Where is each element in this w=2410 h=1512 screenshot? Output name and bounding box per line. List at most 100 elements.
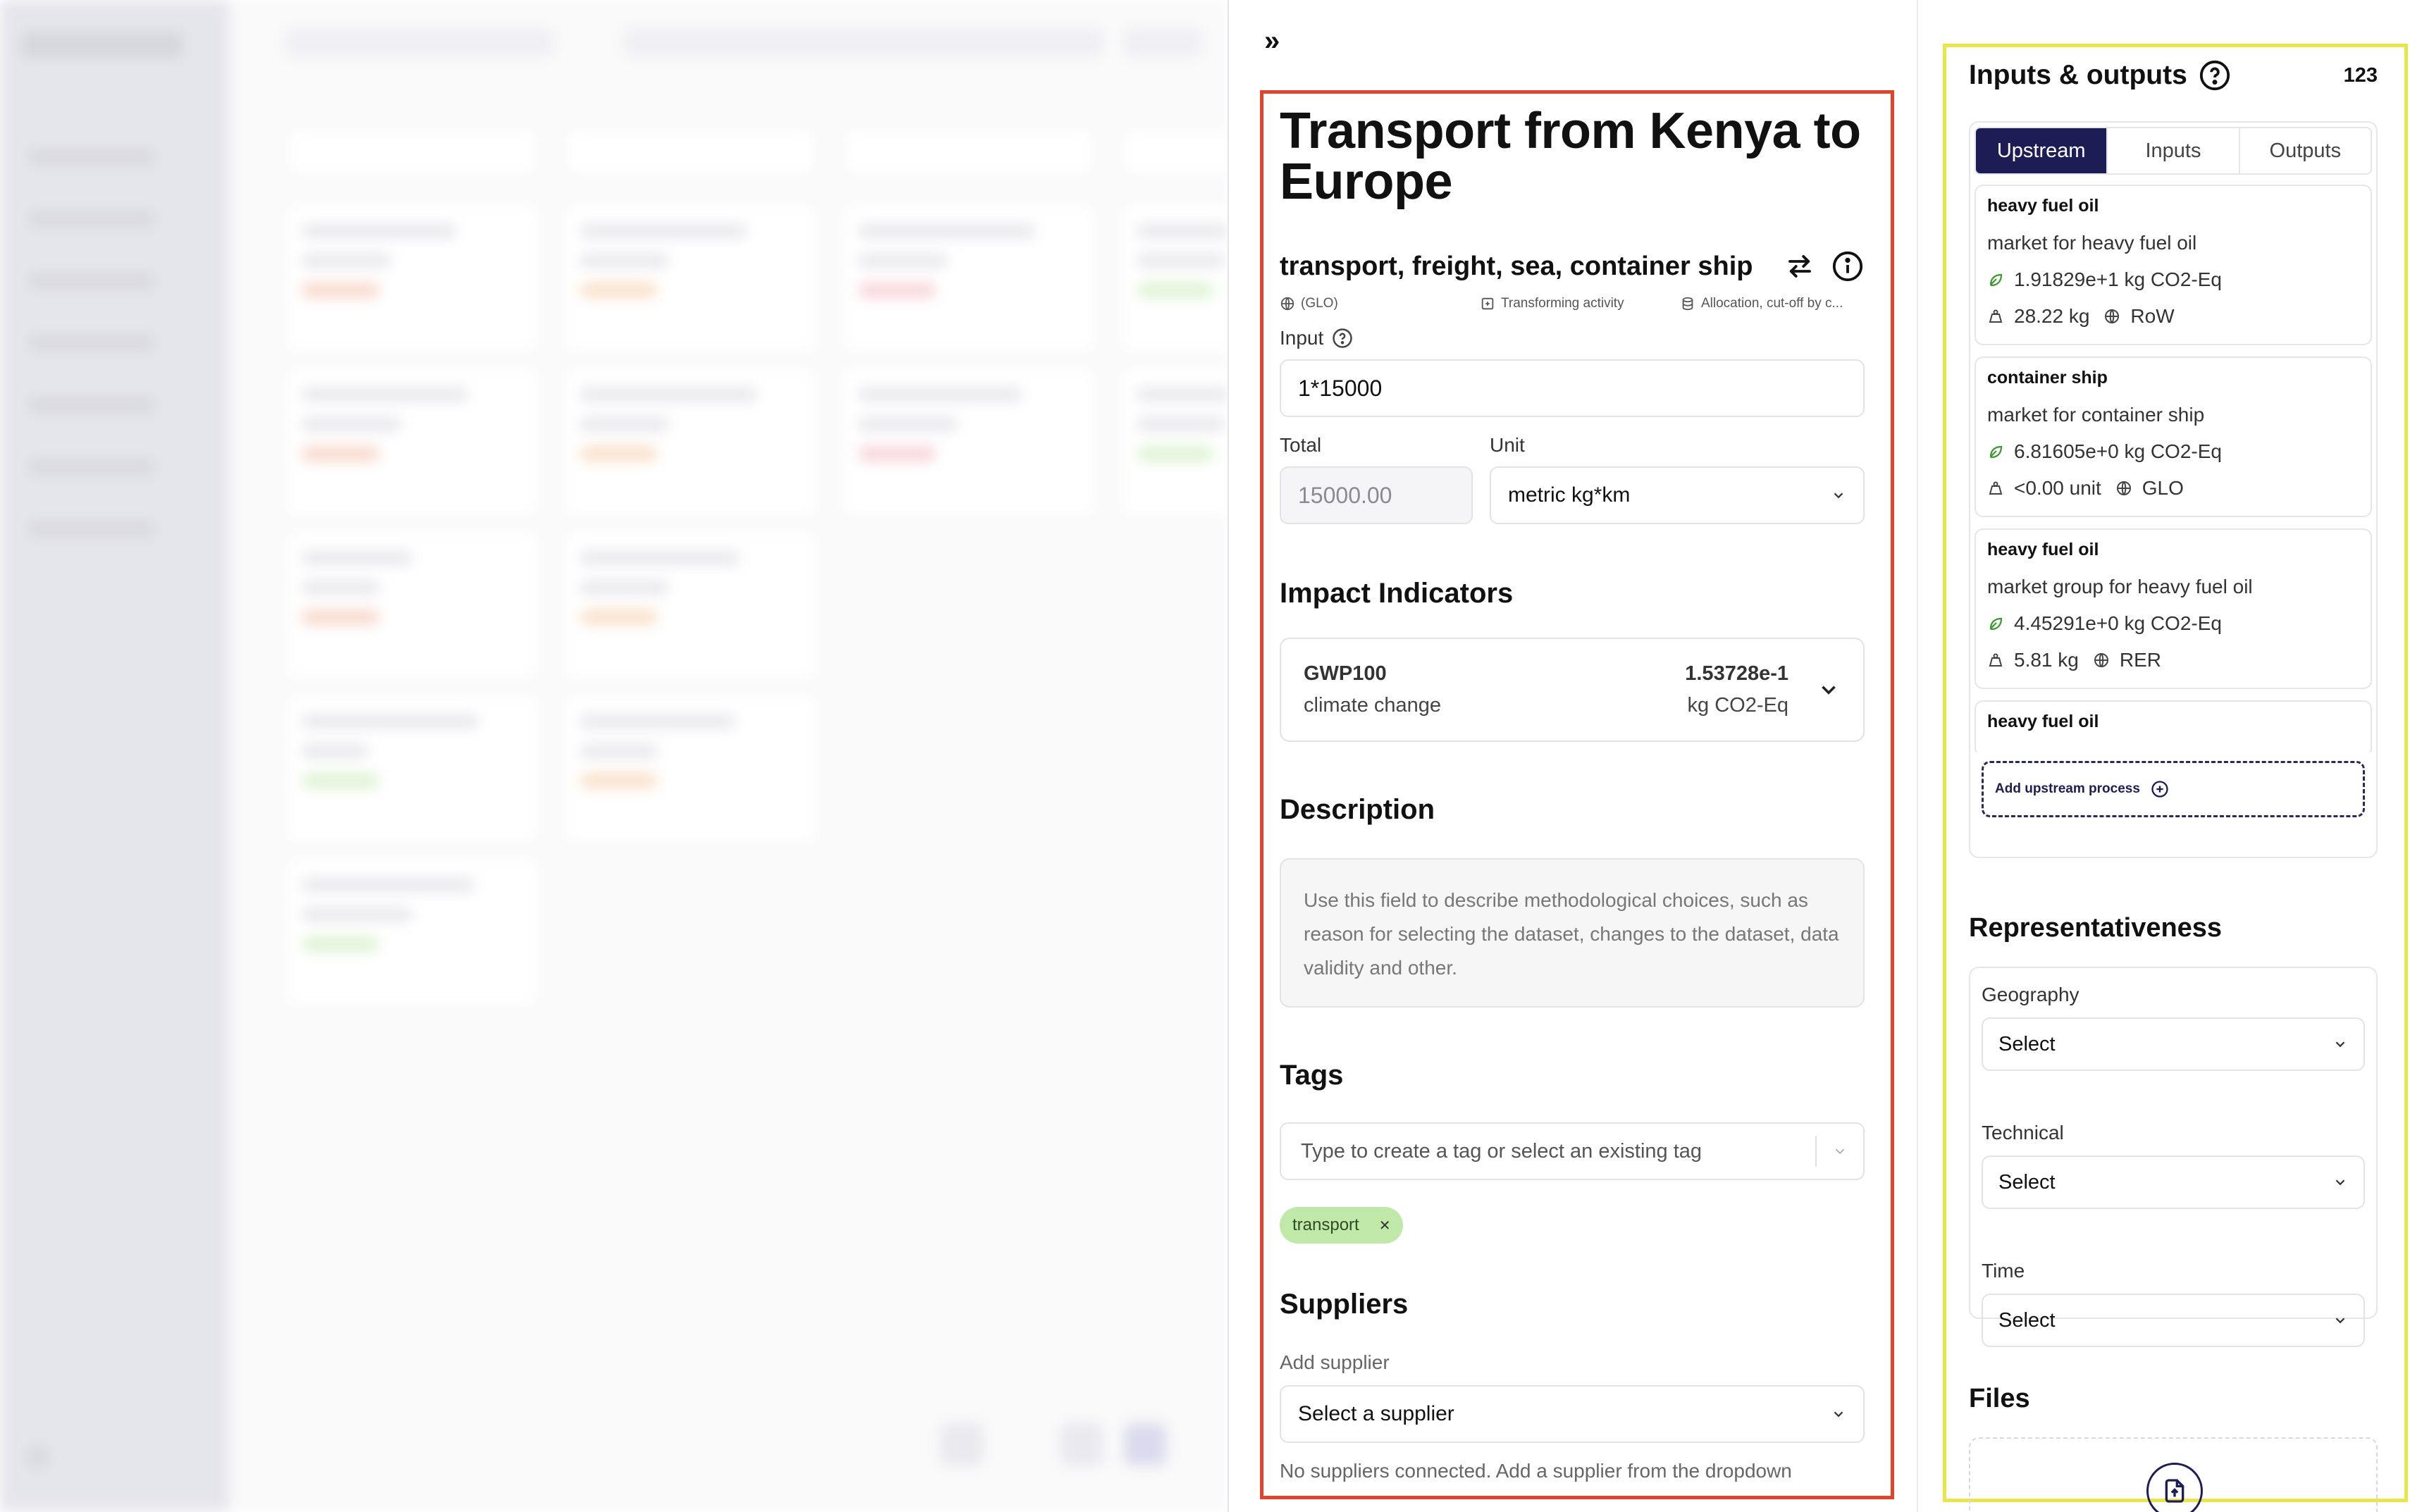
suppliers-heading: Suppliers bbox=[1280, 1289, 1409, 1320]
upstream-market: market group for heavy fuel oil bbox=[1987, 576, 2253, 597]
time-label: Time bbox=[1982, 1260, 2025, 1282]
weight-icon bbox=[1989, 653, 2003, 667]
upstream-item[interactable]: heavy fuel oil market for heavy fuel oil… bbox=[1975, 185, 2372, 345]
chevron-down-icon bbox=[2335, 1318, 2345, 1324]
tags-input-placeholder: Type to create a tag or select an existi… bbox=[1301, 1139, 1703, 1163]
weight-icon bbox=[1989, 309, 2003, 323]
upstream-impact: 6.81605e+0 kg CO2-Eq bbox=[2014, 440, 2222, 462]
upstream-item[interactable]: heavy fuel oil market group for heavy fu… bbox=[1975, 528, 2372, 689]
upstream-impact: 1.91829e+1 kg CO2-Eq bbox=[2014, 268, 2222, 290]
supplier-select-value: Select a supplier bbox=[1298, 1402, 1454, 1425]
upstream-geo: RER bbox=[2119, 649, 2161, 671]
file-dropzone[interactable] bbox=[1969, 1437, 2378, 1512]
geography-meta: (GLO) bbox=[1280, 296, 1480, 311]
upstream-impact: 4.45291e+0 kg CO2-Eq bbox=[2014, 612, 2222, 634]
activity-type-value: Transforming activity bbox=[1501, 296, 1624, 311]
time-select-value: Select bbox=[1998, 1308, 2056, 1332]
file-upload-icon bbox=[2165, 1479, 2185, 1503]
info-icon[interactable] bbox=[1831, 249, 1865, 283]
total-label: Total bbox=[1280, 434, 1322, 456]
io-count: 123 bbox=[2343, 63, 2378, 87]
process-title: Transport from Kenya to Europe bbox=[1280, 103, 1861, 210]
upstream-amount: 5.81 kg bbox=[2014, 649, 2079, 671]
weight-icon bbox=[1989, 481, 2003, 495]
total-field: 15000.00 bbox=[1280, 466, 1473, 524]
upstream-market: market for heavy fuel oil bbox=[1987, 232, 2197, 254]
upstream-item[interactable]: heavy fuel oil bbox=[1975, 700, 2372, 752]
unit-select[interactable]: metric kg*km bbox=[1490, 466, 1865, 524]
geography-select-value: Select bbox=[1998, 1032, 2056, 1055]
io-tabs: Upstream Inputs Outputs bbox=[1975, 127, 2372, 175]
upstream-item[interactable]: container ship market for container ship… bbox=[1975, 357, 2372, 517]
tags-input-divider bbox=[1815, 1136, 1817, 1167]
swap-icon[interactable] bbox=[1783, 249, 1817, 283]
upstream-market: market for container ship bbox=[1987, 404, 2205, 426]
files-heading: Files bbox=[1969, 1384, 2030, 1413]
tab-upstream[interactable]: Upstream bbox=[1976, 128, 2107, 173]
impact-value: 1.53728e-1 bbox=[1685, 662, 1788, 685]
globe-icon bbox=[2094, 653, 2108, 667]
upstream-list[interactable]: heavy fuel oil market for heavy fuel oil… bbox=[1975, 185, 2372, 752]
geography-label: Geography bbox=[1982, 984, 2080, 1005]
tab-inputs[interactable]: Inputs bbox=[2106, 128, 2238, 173]
upstream-amount: 28.22 kg bbox=[2014, 305, 2090, 327]
io-tabs-container: Upstream Inputs Outputs heavy fuel oil m… bbox=[1969, 121, 2378, 858]
representativeness-box: Geography Select Technical Select Time S… bbox=[1969, 967, 2378, 1347]
impact-category: climate change bbox=[1304, 694, 1442, 717]
io-title: Inputs & outputs bbox=[1969, 60, 2187, 90]
upload-button[interactable] bbox=[2146, 1463, 2203, 1512]
globe-icon bbox=[2105, 309, 2120, 323]
add-upstream-button[interactable]: Add upstream process bbox=[1982, 761, 2365, 817]
tags-heading: Tags bbox=[1280, 1060, 1344, 1091]
inputs-outputs-panel: Inputs & outputs 123 Upstream Inputs Out… bbox=[1917, 0, 2410, 1512]
database-icon bbox=[1682, 297, 1693, 311]
geography-value: (GLO) bbox=[1301, 296, 1338, 311]
representativeness-heading: Representativeness bbox=[1969, 913, 2223, 943]
process-detail-panel: » Transport from Kenya to Europe transpo… bbox=[1228, 0, 1917, 1512]
tab-outputs[interactable]: Outputs bbox=[2238, 128, 2371, 173]
impact-unit: kg CO2-Eq bbox=[1687, 694, 1788, 717]
upstream-geo: GLO bbox=[2142, 477, 2184, 499]
impact-method: GWP100 bbox=[1304, 662, 1387, 685]
upstream-name: heavy fuel oil bbox=[1987, 196, 2099, 216]
leaf-icon bbox=[1989, 617, 2003, 631]
globe-icon bbox=[1280, 297, 1294, 311]
input-formula-field[interactable]: 1*15000 bbox=[1280, 359, 1865, 417]
add-supplier-label: Add supplier bbox=[1280, 1351, 1390, 1373]
collapse-panel-button[interactable]: » bbox=[1264, 27, 1295, 58]
chevron-down-icon[interactable] bbox=[1832, 1144, 1848, 1159]
upstream-name: container ship bbox=[1987, 368, 2108, 388]
upstream-amount: <0.00 unit bbox=[2014, 477, 2101, 499]
tags-input[interactable]: Type to create a tag or select an existi… bbox=[1280, 1122, 1865, 1180]
time-select[interactable]: Select bbox=[1982, 1294, 2365, 1347]
activity-type-icon bbox=[1481, 297, 1494, 310]
tag-chip: transport ✕ bbox=[1280, 1207, 1404, 1244]
modal-backdrop[interactable] bbox=[0, 0, 1228, 1512]
technical-select[interactable]: Select bbox=[1982, 1155, 2365, 1209]
chevron-down-icon bbox=[2335, 1179, 2345, 1186]
impact-indicator-card[interactable]: GWP100 climate change 1.53728e-1 kg CO2-… bbox=[1280, 638, 1865, 742]
description-textarea[interactable]: Use this field to describe methodologica… bbox=[1280, 858, 1865, 1008]
chevron-down-icon[interactable] bbox=[1817, 678, 1841, 702]
system-model-value: Allocation, cut-off by c... bbox=[1701, 296, 1843, 311]
help-icon bbox=[1333, 328, 1353, 348]
description-heading: Description bbox=[1280, 794, 1435, 825]
technical-label: Technical bbox=[1982, 1122, 2064, 1144]
remove-tag-icon[interactable]: ✕ bbox=[1379, 1217, 1391, 1234]
leaf-icon bbox=[1989, 273, 2003, 287]
tag-chip-label: transport bbox=[1292, 1215, 1359, 1234]
upstream-name: heavy fuel oil bbox=[1987, 712, 2099, 731]
input-label: Input bbox=[1280, 327, 1865, 349]
plus-circle-icon bbox=[2151, 781, 2168, 798]
chevron-down-icon bbox=[1834, 1411, 1843, 1418]
unit-label: Unit bbox=[1490, 434, 1525, 456]
help-icon[interactable] bbox=[2199, 59, 2231, 92]
technical-select-value: Select bbox=[1998, 1170, 2056, 1194]
geography-select[interactable]: Select bbox=[1982, 1017, 2365, 1071]
activity-name: transport, freight, sea, container ship bbox=[1280, 251, 1753, 281]
supplier-select[interactable]: Select a supplier bbox=[1280, 1385, 1865, 1443]
system-model-meta: Allocation, cut-off by c... bbox=[1680, 296, 1843, 311]
chevron-down-icon bbox=[2335, 1041, 2345, 1048]
upstream-geo: RoW bbox=[2130, 305, 2175, 327]
leaf-icon bbox=[1989, 445, 2003, 459]
